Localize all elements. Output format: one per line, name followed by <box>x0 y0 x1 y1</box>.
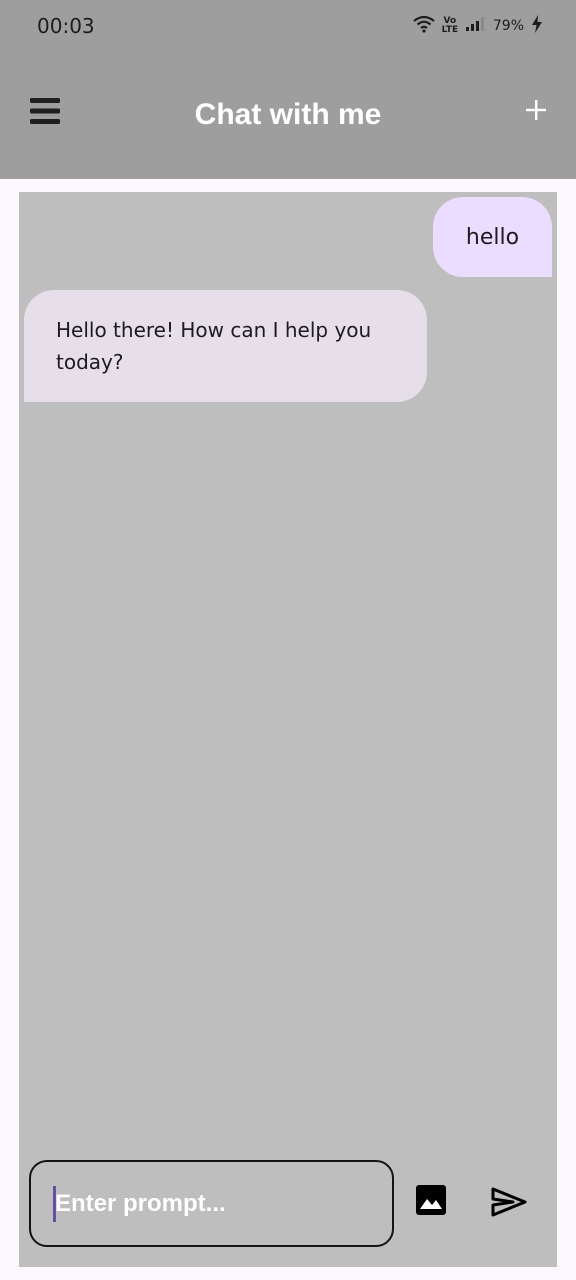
chat-panel[interactable]: hello Hello there! How can I help you to… <box>19 192 557 1267</box>
assistant-message-text: Hello there! How can I help you today? <box>56 318 372 374</box>
prompt-input[interactable] <box>55 1189 355 1218</box>
signal-icon <box>465 16 485 36</box>
send-icon <box>491 1186 527 1223</box>
image-icon <box>415 1184 447 1221</box>
send-button[interactable] <box>487 1182 531 1226</box>
new-chat-button[interactable] <box>518 94 554 130</box>
user-message-bubble: hello <box>433 197 552 277</box>
user-message-text: hello <box>465 224 520 250</box>
prompt-field[interactable] <box>29 1160 394 1247</box>
attach-image-button[interactable] <box>411 1182 451 1222</box>
battery-level: 79% <box>492 18 524 34</box>
status-time: 00:03 <box>37 14 95 38</box>
page-title: Chat with me <box>194 98 382 131</box>
status-bar: 00:03 Vo LTE 79% <box>0 0 576 50</box>
plus-icon <box>525 99 547 126</box>
assistant-message-bubble: Hello there! How can I help you today? <box>24 290 427 402</box>
status-icons: Vo LTE 79% <box>413 14 542 38</box>
volte-icon: Vo LTE <box>441 17 459 35</box>
volte-bottom: LTE <box>441 25 459 35</box>
app-bar: Chat with me <box>0 50 576 179</box>
wifi-icon <box>413 15 435 37</box>
battery-charging-icon <box>532 15 542 37</box>
